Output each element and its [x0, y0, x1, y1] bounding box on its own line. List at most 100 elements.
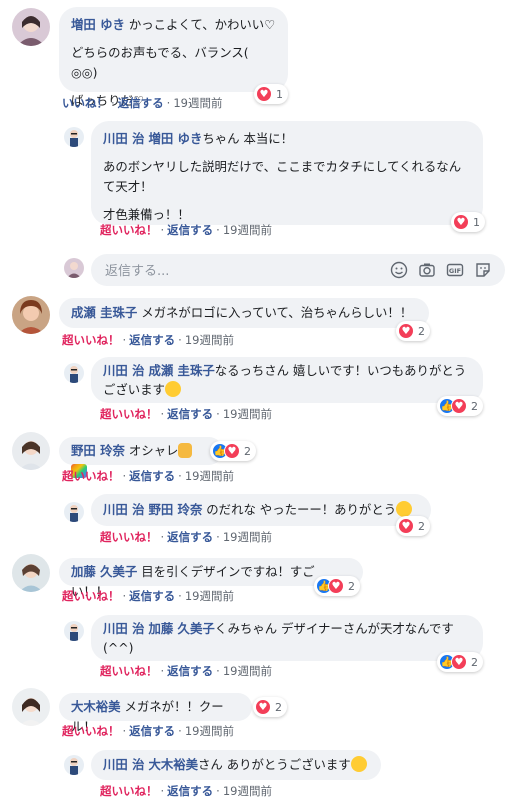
avatar[interactable]	[12, 688, 50, 726]
reply-input[interactable]	[103, 254, 387, 288]
svg-text:GIF: GIF	[449, 267, 461, 275]
reply-link[interactable]: 返信する	[129, 469, 175, 483]
comment-author[interactable]: 川田 治	[103, 757, 145, 772]
comment-actions: 超いいね！ · 返信する · 19週間前	[62, 469, 234, 483]
reaction-summary[interactable]: ♥ 1	[254, 84, 288, 104]
heart-icon: ♥	[453, 214, 469, 230]
comment-time[interactable]: 19週間前	[223, 223, 272, 237]
comment-author[interactable]: 川田 治	[103, 621, 145, 636]
heart-icon: ♥	[224, 443, 240, 459]
comment-author[interactable]: 加藤 久美子	[71, 564, 137, 579]
reply-link[interactable]: 返信する	[167, 530, 213, 544]
avatar[interactable]	[64, 621, 84, 641]
super-like-link[interactable]: 超いいね！	[100, 407, 158, 421]
avatar[interactable]	[64, 755, 84, 775]
reaction-summary[interactable]: 👍 ♥ 2	[437, 652, 483, 672]
comment-actions: 超いいね！ · 返信する · 19週間前	[62, 333, 234, 347]
reaction-count: 2	[471, 399, 478, 413]
reply-link[interactable]: 返信する	[167, 223, 213, 237]
reaction-count: 1	[276, 87, 283, 101]
comment-author[interactable]: 川田 治	[103, 363, 145, 378]
comment-bubble: 増田 ゆき かっこよくて、かわいい♡ どちらのお声もでる、バランス( ◎◎) ば…	[59, 7, 288, 108]
avatar[interactable]	[12, 8, 50, 46]
tagged-user[interactable]: 大木裕美	[148, 757, 198, 772]
comment-time[interactable]: 19週間前	[223, 784, 272, 798]
camera-icon[interactable]	[418, 261, 436, 279]
avatar[interactable]	[12, 296, 50, 334]
reaction-summary[interactable]: ♥ 2	[253, 697, 287, 717]
super-like-link[interactable]: 超いいね！	[100, 784, 158, 798]
avatar[interactable]	[64, 127, 84, 147]
comment-time[interactable]: 19週間前	[185, 333, 234, 347]
comment-time[interactable]: 19週間前	[173, 96, 222, 110]
avatar[interactable]	[12, 554, 50, 592]
comment-time[interactable]: 19週間前	[223, 664, 272, 678]
comment-bubble: 川田 治 加藤 久美子くみちゃん デザイナーさんが天才なんです(^^)	[91, 615, 483, 661]
comment-author[interactable]: 大木裕美	[71, 699, 121, 714]
comment-time[interactable]: 19週間前	[185, 469, 234, 483]
like-link[interactable]: いいね！	[62, 96, 108, 110]
gif-icon[interactable]: GIF	[446, 261, 464, 279]
smile-emoji-icon	[350, 756, 367, 772]
reaction-count: 2	[275, 700, 282, 714]
comment-author[interactable]: 野田 玲奈	[71, 443, 125, 458]
comment-text: オシャレ	[128, 443, 179, 458]
comment-author[interactable]: 増田 ゆき	[71, 17, 125, 32]
comment-actions: いいね！ · 返信する · 19週間前	[62, 96, 223, 110]
super-like-link[interactable]: 超いいね！	[62, 724, 120, 738]
avatar[interactable]	[64, 502, 84, 522]
reply-composer: GIF	[91, 254, 505, 288]
comment-actions: 超いいね！ · 返信する · 19週間前	[100, 530, 272, 544]
comment-bubble: 大木裕美 メガネが！！クール！	[59, 693, 252, 734]
comment-time[interactable]: 19週間前	[223, 530, 272, 544]
reaction-summary[interactable]: 👍 ♥ 2	[437, 396, 483, 416]
comment-bubble: 川田 治 成瀬 圭珠子なるっちさん 嬉しいです！いつもありがとうございます	[91, 357, 483, 403]
comment-actions: 超いいね！ · 返信する · 19週間前	[100, 407, 272, 421]
comment-text: どちらのお声もでる、バランス( ◎◎)	[71, 45, 249, 80]
avatar[interactable]	[12, 432, 50, 470]
comment-author[interactable]: 川田 治	[103, 131, 145, 146]
reply-link[interactable]: 返信する	[167, 784, 213, 798]
reaction-summary[interactable]: ♥ 2	[396, 321, 430, 341]
comment-time[interactable]: 19週間前	[185, 589, 234, 603]
super-like-link[interactable]: 超いいね！	[100, 530, 158, 544]
heart-icon: ♥	[451, 398, 467, 414]
super-like-link[interactable]: 超いいね！	[62, 589, 120, 603]
reaction-summary[interactable]: 👍 ♥ 2	[210, 441, 256, 461]
reaction-summary[interactable]: ♥ 1	[451, 212, 485, 232]
tagged-user[interactable]: 増田 ゆき	[148, 131, 202, 146]
super-like-link[interactable]: 超いいね！	[100, 664, 158, 678]
emoji-icon[interactable]	[390, 261, 408, 279]
avatar[interactable]	[64, 258, 84, 278]
tagged-user[interactable]: 野田 玲奈	[148, 502, 202, 517]
sticker-icon[interactable]	[474, 261, 492, 279]
reply-link[interactable]: 返信する	[129, 589, 175, 603]
avatar[interactable]	[64, 363, 84, 383]
comment-time[interactable]: 19週間前	[185, 724, 234, 738]
comment-actions: 超いいね！ · 返信する · 19週間前	[100, 664, 272, 678]
reaction-summary[interactable]: ♥ 2	[396, 516, 430, 536]
super-like-link[interactable]: 超いいね！	[62, 333, 120, 347]
thumbs-up-emoji-icon	[178, 443, 193, 458]
reaction-summary[interactable]: 👍 ♥ 2	[314, 576, 360, 596]
heart-icon: ♥	[256, 86, 272, 102]
reply-link[interactable]: 返信する	[167, 407, 213, 421]
smile-emoji-icon	[164, 381, 181, 397]
reaction-count: 1	[473, 215, 480, 229]
tagged-user[interactable]: 加藤 久美子	[148, 621, 214, 636]
reply-link[interactable]: 返信する	[118, 96, 164, 110]
heart-icon: ♥	[328, 578, 344, 594]
super-like-link[interactable]: 超いいね！	[62, 469, 120, 483]
comment-author[interactable]: 川田 治	[103, 502, 145, 517]
reply-link[interactable]: 返信する	[129, 333, 175, 347]
reply-link[interactable]: 返信する	[129, 724, 175, 738]
reaction-count: 2	[244, 444, 251, 458]
comment-text: あのボンヤリした説明だけで、ここまでカタチにしてくれるなんて天才！	[103, 159, 462, 194]
reply-link[interactable]: 返信する	[167, 664, 213, 678]
comment-time[interactable]: 19週間前	[223, 407, 272, 421]
comment-actions: 超いいね！ · 返信する · 19週間前	[62, 724, 234, 738]
comment-bubble: 野田 玲奈 オシャレ	[59, 437, 223, 478]
comment-author[interactable]: 成瀬 圭珠子	[71, 305, 137, 320]
super-like-link[interactable]: 超いいね！	[100, 223, 158, 237]
tagged-user[interactable]: 成瀬 圭珠子	[148, 363, 214, 378]
